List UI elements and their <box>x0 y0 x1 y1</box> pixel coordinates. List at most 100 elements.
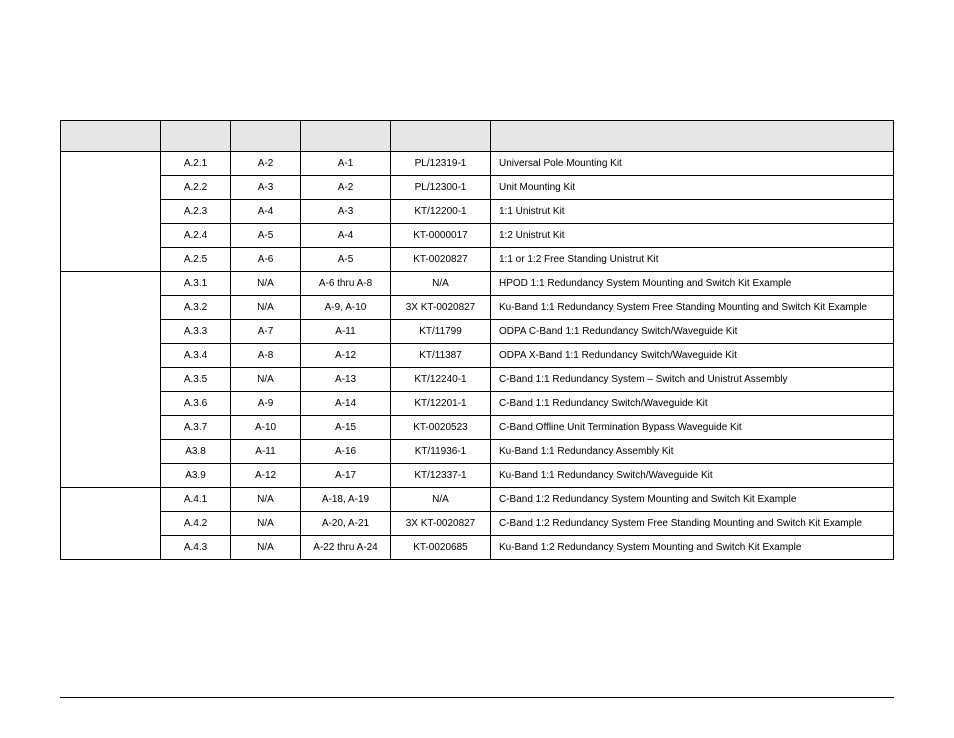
col-header-3 <box>301 121 391 152</box>
table-header <box>61 121 894 152</box>
table-row: A.3.4A-8A-12KT/11387ODPA X-Band 1:1 Redu… <box>61 344 894 368</box>
cell: KT/11936-1 <box>391 440 491 464</box>
cell: A.2.5 <box>161 248 231 272</box>
cell: N/A <box>231 488 301 512</box>
table-row: A3.9A-12A-17KT/12337-1Ku-Band 1:1 Redund… <box>61 464 894 488</box>
col-header-4 <box>391 121 491 152</box>
cell: A-22 thru A-24 <box>301 536 391 560</box>
col-header-5 <box>491 121 894 152</box>
cell: C-Band 1:1 Redundancy Switch/Waveguide K… <box>491 392 894 416</box>
cell: PL/12319-1 <box>391 152 491 176</box>
cell: KT-0020827 <box>391 248 491 272</box>
group-label <box>61 152 161 272</box>
table-row: A.3.2N/AA-9, A-103X KT-0020827Ku-Band 1:… <box>61 296 894 320</box>
cell: A.3.4 <box>161 344 231 368</box>
cell: Ku-Band 1:1 Redundancy Switch/Waveguide … <box>491 464 894 488</box>
cell: A-5 <box>301 248 391 272</box>
col-header-2 <box>231 121 301 152</box>
cell: KT/12201-1 <box>391 392 491 416</box>
cell: 1:1 or 1:2 Free Standing Unistrut Kit <box>491 248 894 272</box>
cell: A-20, A-21 <box>301 512 391 536</box>
cell: A.3.2 <box>161 296 231 320</box>
table-row: A.3.1N/AA-6 thru A-8N/AHPOD 1:1 Redundan… <box>61 272 894 296</box>
cell: A.3.6 <box>161 392 231 416</box>
cell: A.3.3 <box>161 320 231 344</box>
cell: A.2.4 <box>161 224 231 248</box>
cell: KT-0000017 <box>391 224 491 248</box>
cell: KT/12200-1 <box>391 200 491 224</box>
cell: PL/12300-1 <box>391 176 491 200</box>
cell: Ku-Band 1:2 Redundancy System Mounting a… <box>491 536 894 560</box>
col-header-1 <box>161 121 231 152</box>
cell: A-8 <box>231 344 301 368</box>
cell: N/A <box>231 368 301 392</box>
kit-reference-table: A.2.1A-2A-1PL/12319-1Universal Pole Moun… <box>60 120 894 560</box>
cell: Ku-Band 1:1 Redundancy System Free Stand… <box>491 296 894 320</box>
cell: A-9, A-10 <box>301 296 391 320</box>
table-row: A.4.3N/AA-22 thru A-24KT-0020685Ku-Band … <box>61 536 894 560</box>
cell: C-Band 1:1 Redundancy System – Switch an… <box>491 368 894 392</box>
cell: N/A <box>231 536 301 560</box>
cell: Universal Pole Mounting Kit <box>491 152 894 176</box>
cell: A.4.3 <box>161 536 231 560</box>
cell: A.2.1 <box>161 152 231 176</box>
table-row: A.2.1A-2A-1PL/12319-1Universal Pole Moun… <box>61 152 894 176</box>
cell: 1:2 Unistrut Kit <box>491 224 894 248</box>
cell: A3.8 <box>161 440 231 464</box>
cell: A3.9 <box>161 464 231 488</box>
cell: A-12 <box>301 344 391 368</box>
cell: A.4.2 <box>161 512 231 536</box>
cell: A-2 <box>301 176 391 200</box>
cell: A-1 <box>301 152 391 176</box>
cell: A.3.7 <box>161 416 231 440</box>
cell: N/A <box>391 488 491 512</box>
cell: A-3 <box>301 200 391 224</box>
table-row: A.2.2A-3A-2PL/12300-1Unit Mounting Kit <box>61 176 894 200</box>
cell: A-3 <box>231 176 301 200</box>
table-row: A3.8A-11A-16KT/11936-1Ku-Band 1:1 Redund… <box>61 440 894 464</box>
cell: A-16 <box>301 440 391 464</box>
cell: KT/12240-1 <box>391 368 491 392</box>
cell: 3X KT-0020827 <box>391 296 491 320</box>
cell: ODPA X-Band 1:1 Redundancy Switch/Wavegu… <box>491 344 894 368</box>
cell: A-2 <box>231 152 301 176</box>
cell: A-18, A-19 <box>301 488 391 512</box>
cell: A.2.3 <box>161 200 231 224</box>
cell: N/A <box>231 512 301 536</box>
cell: N/A <box>391 272 491 296</box>
cell: A-15 <box>301 416 391 440</box>
cell: KT/11799 <box>391 320 491 344</box>
cell: N/A <box>231 296 301 320</box>
table-row: A.2.5A-6A-5KT-00208271:1 or 1:2 Free Sta… <box>61 248 894 272</box>
cell: 1:1 Unistrut Kit <box>491 200 894 224</box>
cell: A-6 <box>231 248 301 272</box>
cell: A.2.2 <box>161 176 231 200</box>
cell: KT/12337-1 <box>391 464 491 488</box>
cell: C-Band 1:2 Redundancy System Mounting an… <box>491 488 894 512</box>
cell: A-6 thru A-8 <box>301 272 391 296</box>
cell: A-13 <box>301 368 391 392</box>
cell: A-14 <box>301 392 391 416</box>
cell: A-4 <box>301 224 391 248</box>
table-row: A.3.6A-9A-14KT/12201-1C-Band 1:1 Redunda… <box>61 392 894 416</box>
cell: A.3.5 <box>161 368 231 392</box>
cell: HPOD 1:1 Redundancy System Mounting and … <box>491 272 894 296</box>
table-row: A.3.3A-7A-11KT/11799ODPA C-Band 1:1 Redu… <box>61 320 894 344</box>
cell: A-12 <box>231 464 301 488</box>
table-row: A.4.2N/AA-20, A-213X KT-0020827C-Band 1:… <box>61 512 894 536</box>
table-row: A.2.3A-4A-3KT/12200-11:1 Unistrut Kit <box>61 200 894 224</box>
cell: 3X KT-0020827 <box>391 512 491 536</box>
table-row: A.2.4A-5A-4KT-00000171:2 Unistrut Kit <box>61 224 894 248</box>
cell: A-10 <box>231 416 301 440</box>
cell: A.3.1 <box>161 272 231 296</box>
group-label <box>61 488 161 560</box>
cell: A-17 <box>301 464 391 488</box>
cell: C-Band 1:2 Redundancy System Free Standi… <box>491 512 894 536</box>
cell: A.4.1 <box>161 488 231 512</box>
col-header-0 <box>61 121 161 152</box>
cell: Unit Mounting Kit <box>491 176 894 200</box>
cell: KT/11387 <box>391 344 491 368</box>
table-row: A.3.7A-10A-15KT-0020523C-Band Offline Un… <box>61 416 894 440</box>
table-body: A.2.1A-2A-1PL/12319-1Universal Pole Moun… <box>61 152 894 560</box>
cell: A-9 <box>231 392 301 416</box>
